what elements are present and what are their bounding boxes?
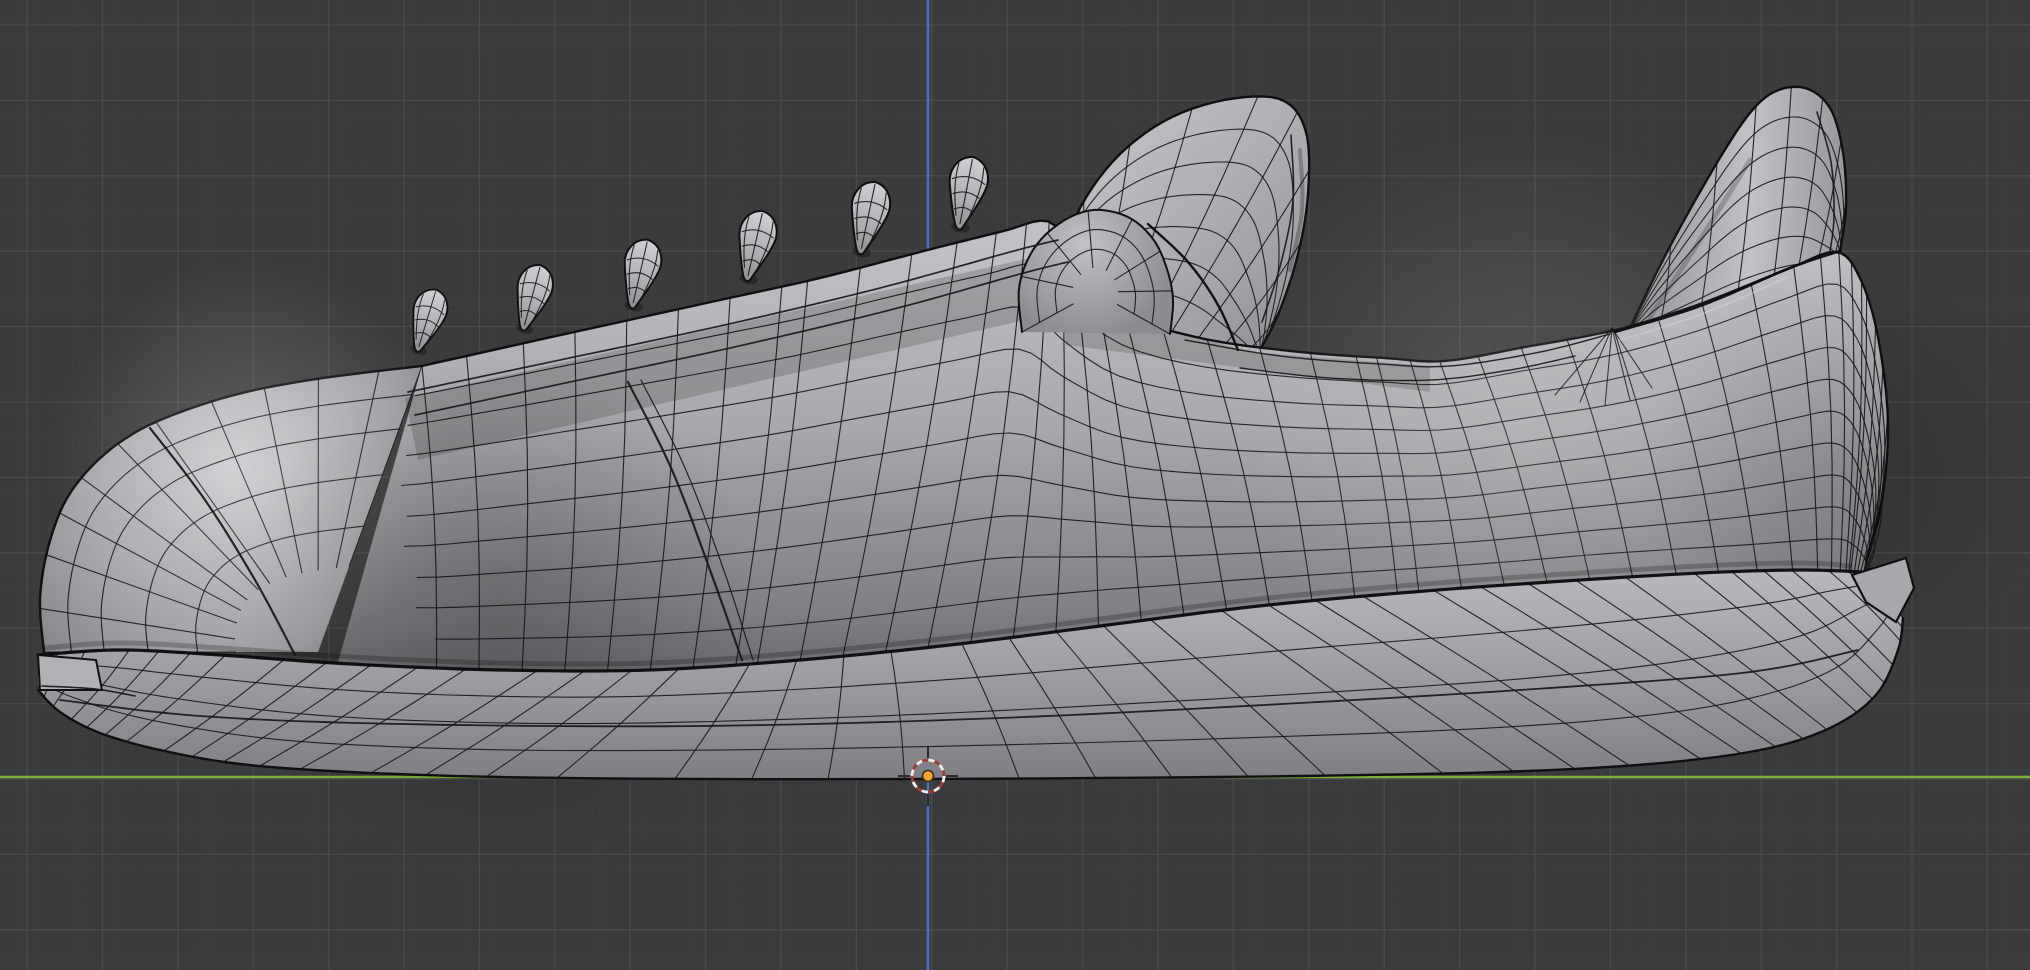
cursor-center-dot xyxy=(921,769,935,783)
blender-viewport[interactable] xyxy=(0,0,2030,970)
viewport-canvas[interactable] xyxy=(0,0,2030,970)
